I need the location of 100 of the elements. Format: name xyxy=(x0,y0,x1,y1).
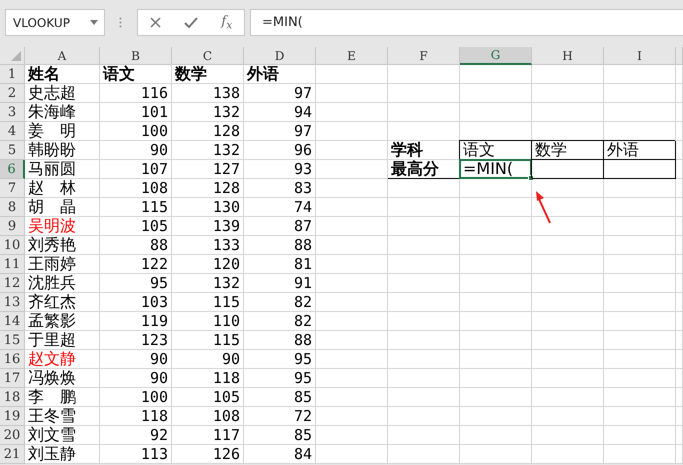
empty-cell xyxy=(532,331,604,350)
empty-cell xyxy=(604,236,676,255)
formula-input[interactable]: =MIN( xyxy=(250,9,683,36)
dropdown-caret-icon xyxy=(90,20,98,25)
empty-cell xyxy=(460,179,532,198)
empty-cell xyxy=(316,445,388,464)
row-header[interactable]: 20 xyxy=(0,426,25,445)
active-cell: =MIN( xyxy=(460,160,532,179)
check-icon[interactable] xyxy=(184,17,198,28)
column-header[interactable]: E xyxy=(316,47,388,65)
row-header[interactable]: 9 xyxy=(0,217,25,236)
row-header[interactable]: 8 xyxy=(0,198,25,217)
table-cell: 139 xyxy=(172,217,244,236)
empty-cell xyxy=(388,388,460,407)
table-cell: 132 xyxy=(172,141,244,160)
empty-cell xyxy=(460,388,532,407)
empty-cell xyxy=(604,293,676,312)
row-header[interactable]: 5 xyxy=(0,141,25,160)
table-cell: 117 xyxy=(172,426,244,445)
row-header[interactable]: 12 xyxy=(0,274,25,293)
column-header[interactable]: C xyxy=(172,47,244,65)
table-cell: 108 xyxy=(100,179,172,198)
empty-cell xyxy=(460,65,532,84)
row-header[interactable]: 4 xyxy=(0,122,25,141)
table-cell: 128 xyxy=(172,122,244,141)
row-header[interactable]: 17 xyxy=(0,369,25,388)
empty-cell xyxy=(604,350,676,369)
table-cell: 72 xyxy=(244,407,316,426)
row-header[interactable]: 6 xyxy=(0,160,25,179)
table-cell: 刘文雪 xyxy=(25,426,100,445)
table-cell: 王雨婷 xyxy=(25,255,100,274)
table-cell: 马丽圆 xyxy=(25,160,100,179)
table-cell: 118 xyxy=(100,407,172,426)
table-cell: 王冬雪 xyxy=(25,407,100,426)
table-cell: 105 xyxy=(172,388,244,407)
column-header[interactable]: F xyxy=(388,47,460,65)
cancel-icon[interactable] xyxy=(150,17,161,28)
table-cell: 97 xyxy=(244,122,316,141)
empty-cell xyxy=(604,65,676,84)
column-header[interactable]: G xyxy=(460,47,532,65)
column-title-cell: 语文 xyxy=(100,65,172,84)
table-cell: 胡 晶 xyxy=(25,198,100,217)
empty-cell xyxy=(532,84,604,103)
row-header[interactable]: 1 xyxy=(0,65,25,84)
row-header[interactable]: 13 xyxy=(0,293,25,312)
table-cell: 133 xyxy=(172,236,244,255)
empty-cell xyxy=(460,236,532,255)
table-cell: 沈胜兵 xyxy=(25,274,100,293)
column-header[interactable]: H xyxy=(532,47,604,65)
row-header[interactable]: 21 xyxy=(0,445,25,464)
empty-cell xyxy=(316,426,388,445)
row-header[interactable]: 14 xyxy=(0,312,25,331)
row-header[interactable]: 18 xyxy=(0,388,25,407)
table-cell: 刘玉静 xyxy=(25,445,100,464)
empty-cell xyxy=(316,407,388,426)
empty-cell xyxy=(604,312,676,331)
empty-cell xyxy=(460,217,532,236)
row-header[interactable]: 15 xyxy=(0,331,25,350)
table-cell: 李 鹏 xyxy=(25,388,100,407)
empty-cell xyxy=(316,293,388,312)
table-cell: 87 xyxy=(244,217,316,236)
row-header[interactable]: 2 xyxy=(0,84,25,103)
table-cell: 115 xyxy=(172,331,244,350)
row-header[interactable]: 19 xyxy=(0,407,25,426)
row-header[interactable]: 16 xyxy=(0,350,25,369)
empty-cell xyxy=(460,331,532,350)
empty-cell xyxy=(388,65,460,84)
table-cell: 赵文静 xyxy=(25,350,100,369)
row-header[interactable]: 3 xyxy=(0,103,25,122)
row-header[interactable]: 10 xyxy=(0,236,25,255)
empty-cell xyxy=(460,407,532,426)
column-header[interactable]: A xyxy=(25,47,100,65)
pointer-arrow xyxy=(533,189,553,225)
table-cell: 姜 明 xyxy=(25,122,100,141)
column-header[interactable]: D xyxy=(244,47,316,65)
empty-cell xyxy=(460,445,532,464)
empty-cell xyxy=(316,312,388,331)
empty-cell xyxy=(532,350,604,369)
empty-cell xyxy=(460,312,532,331)
empty-cell xyxy=(604,426,676,445)
empty-cell xyxy=(388,312,460,331)
name-box[interactable]: VLOOKUP xyxy=(5,9,105,36)
empty-cell xyxy=(316,274,388,293)
table-cell: 83 xyxy=(244,179,316,198)
empty-cell xyxy=(316,141,388,160)
empty-cell xyxy=(316,388,388,407)
insert-function-button[interactable]: f$_{x}$ xyxy=(221,14,232,32)
empty-cell xyxy=(388,407,460,426)
empty-cell xyxy=(532,217,604,236)
column-header[interactable]: I xyxy=(604,47,676,65)
table-cell: 115 xyxy=(100,198,172,217)
empty-cell xyxy=(316,84,388,103)
table-cell: 韩盼盼 xyxy=(25,141,100,160)
column-header[interactable]: B xyxy=(100,47,172,65)
empty-cell xyxy=(460,198,532,217)
row-header[interactable]: 11 xyxy=(0,255,25,274)
empty-cell xyxy=(604,331,676,350)
empty-cell xyxy=(316,236,388,255)
empty-cell xyxy=(604,198,676,217)
row-header[interactable]: 7 xyxy=(0,179,25,198)
